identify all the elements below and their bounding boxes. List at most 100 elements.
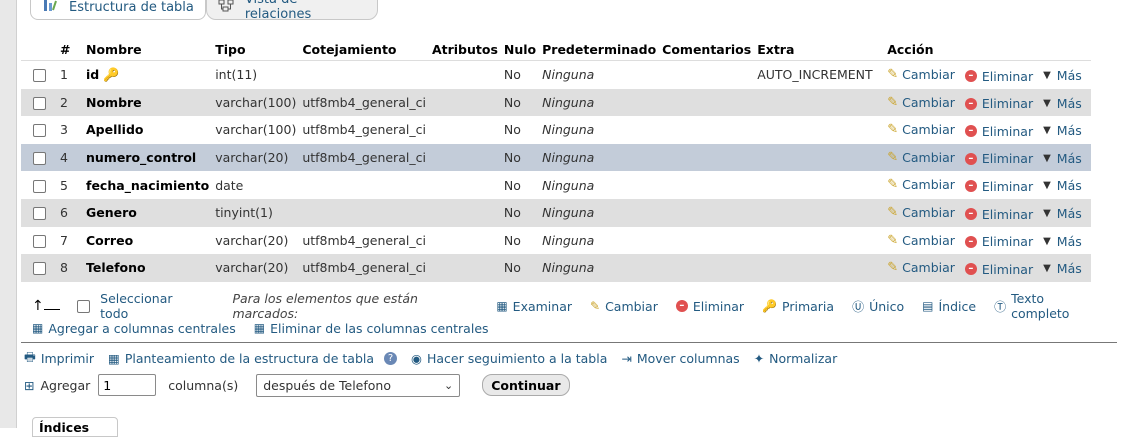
- more-action[interactable]: ▼ Más: [1043, 206, 1082, 221]
- drop-action[interactable]: – Eliminar: [964, 207, 1033, 222]
- row-select-cell[interactable]: [21, 88, 57, 117]
- row-checkbox[interactable]: [32, 207, 46, 221]
- row-number: 2: [57, 88, 83, 117]
- field-attributes: [428, 116, 501, 144]
- bulk-browse-button[interactable]: ▦ Examinar: [496, 299, 572, 314]
- unique-icon: Ⓤ: [852, 299, 865, 314]
- remove-icon: –: [964, 235, 977, 248]
- printer-icon: 🖶: [24, 348, 36, 364]
- normalize-button[interactable]: ✦ Normalizar: [754, 351, 838, 366]
- remove-central-columns-button[interactable]: ▦ Eliminar de las columnas centrales: [254, 321, 489, 336]
- tab-relation-view[interactable]: Vista de relaciones: [206, 0, 378, 22]
- left-sidebar-edge: [0, 0, 17, 428]
- bulk-fulltext-button[interactable]: Ⓣ Texto completo: [994, 291, 1104, 321]
- more-action[interactable]: ▼ Más: [1043, 234, 1082, 249]
- more-action[interactable]: ▼ Más: [1043, 123, 1082, 138]
- header-type[interactable]: Tipo: [212, 39, 300, 61]
- header-comments[interactable]: Comentarios: [659, 39, 755, 61]
- drop-action[interactable]: – Eliminar: [964, 151, 1033, 166]
- pencil-icon: ✎: [887, 205, 899, 221]
- row-actions: ✎ Cambiar – Eliminar ▼ Más: [884, 254, 1091, 282]
- header-collation[interactable]: Cotejamiento: [299, 39, 429, 61]
- field-extra: [754, 143, 885, 172]
- add-central-columns-button[interactable]: ▦ Agregar a columnas centrales: [32, 321, 236, 336]
- dropdown-arrow-icon: ▼: [1043, 152, 1051, 164]
- row-select-cell[interactable]: [21, 143, 57, 172]
- drop-action[interactable]: – Eliminar: [964, 124, 1033, 139]
- change-action[interactable]: ✎ Cambiar: [887, 205, 955, 220]
- change-action[interactable]: ✎ Cambiar: [887, 177, 955, 192]
- field-extra: [754, 171, 885, 199]
- field-comments: [659, 60, 755, 89]
- drop-action[interactable]: – Eliminar: [964, 69, 1033, 84]
- change-action[interactable]: ✎ Cambiar: [887, 260, 955, 275]
- header-null[interactable]: Nulo: [500, 39, 540, 61]
- bulk-primary-button[interactable]: 🔑 Primaria: [762, 299, 834, 314]
- row-checkbox[interactable]: [32, 262, 46, 276]
- browse-icon: ▦: [496, 299, 508, 313]
- row-select-cell[interactable]: [21, 198, 57, 227]
- more-action[interactable]: ▼ Más: [1043, 151, 1082, 166]
- more-action[interactable]: ▼ Más: [1043, 68, 1082, 83]
- select-all-label[interactable]: Seleccionar todo: [100, 291, 202, 321]
- header-attributes[interactable]: Atributos: [428, 39, 501, 61]
- remove-icon: –: [964, 152, 977, 165]
- change-action[interactable]: ✎ Cambiar: [887, 233, 955, 248]
- indexes-tab[interactable]: Índices: [32, 417, 118, 437]
- row-select-cell[interactable]: [21, 254, 57, 282]
- track-table-button[interactable]: ◉ Hacer seguimiento a la tabla: [411, 351, 607, 366]
- field-type: int(11): [212, 60, 300, 89]
- chevron-down-icon: ⌄: [444, 378, 454, 392]
- more-action[interactable]: ▼ Más: [1043, 178, 1082, 193]
- table-header-row: # Nombre Tipo Cotejamiento Atributos Nul…: [21, 39, 1091, 61]
- column-count-input[interactable]: [98, 374, 157, 396]
- row-checkbox[interactable]: [32, 96, 46, 110]
- drop-action[interactable]: – Eliminar: [964, 234, 1033, 249]
- more-action[interactable]: ▼ Más: [1043, 96, 1082, 111]
- row-select-cell[interactable]: [21, 171, 57, 199]
- row-checkbox[interactable]: [32, 234, 46, 248]
- drop-action[interactable]: – Eliminar: [964, 179, 1033, 194]
- bulk-index-button[interactable]: ▤ Índice: [922, 299, 976, 314]
- row-checkbox[interactable]: [32, 152, 46, 166]
- more-action[interactable]: ▼ Más: [1043, 261, 1082, 276]
- change-action[interactable]: ✎ Cambiar: [887, 67, 955, 82]
- pencil-icon: ✎: [590, 299, 601, 313]
- row-select-cell[interactable]: [21, 116, 57, 144]
- continue-button[interactable]: Continuar: [482, 374, 570, 396]
- with-selected-label: Para los elementos que están marcados:: [232, 291, 418, 321]
- header-name[interactable]: Nombre: [83, 39, 213, 61]
- bulk-drop-button[interactable]: – Eliminar: [675, 299, 744, 314]
- bulk-unique-button[interactable]: Ⓤ Único: [852, 298, 904, 315]
- propose-structure-button[interactable]: ▦ Planteamiento de la estructura de tabla…: [108, 351, 398, 366]
- row-number: 4: [57, 143, 83, 172]
- row-checkbox[interactable]: [32, 124, 46, 138]
- print-button[interactable]: 🖶 Imprimir: [24, 348, 94, 369]
- field-comments: [659, 143, 755, 172]
- move-columns-button[interactable]: ⇥ Mover columnas: [621, 351, 739, 366]
- field-attributes: [428, 254, 501, 282]
- drop-action[interactable]: – Eliminar: [964, 96, 1033, 111]
- change-action[interactable]: ✎ Cambiar: [887, 150, 955, 165]
- row-checkbox[interactable]: [32, 179, 46, 193]
- position-select[interactable]: después de Telefono ⌄: [256, 373, 461, 397]
- tab-table-structure[interactable]: Estructura de tabla: [30, 0, 206, 20]
- field-collation: utf8mb4_general_ci: [299, 226, 429, 255]
- row-select-cell[interactable]: [21, 60, 57, 89]
- help-icon[interactable]: ?: [384, 351, 398, 365]
- field-extra: AUTO_INCREMENT: [754, 60, 885, 89]
- row-actions: ✎ Cambiar – Eliminar ▼ Más: [884, 88, 1091, 117]
- bulk-change-button[interactable]: ✎ Cambiar: [590, 299, 658, 314]
- field-null: No: [500, 254, 540, 282]
- change-action[interactable]: ✎ Cambiar: [887, 122, 955, 137]
- field-collation: [299, 171, 429, 199]
- header-extra[interactable]: Extra: [754, 39, 885, 61]
- header-default[interactable]: Predeterminado: [539, 39, 660, 61]
- select-all-checkbox[interactable]: [77, 299, 91, 313]
- row-checkbox[interactable]: [32, 69, 46, 83]
- field-default: Ninguna: [539, 88, 660, 117]
- change-action[interactable]: ✎ Cambiar: [887, 95, 955, 110]
- field-type: varchar(20): [212, 226, 300, 255]
- drop-action[interactable]: – Eliminar: [964, 262, 1033, 277]
- row-select-cell[interactable]: [21, 226, 57, 255]
